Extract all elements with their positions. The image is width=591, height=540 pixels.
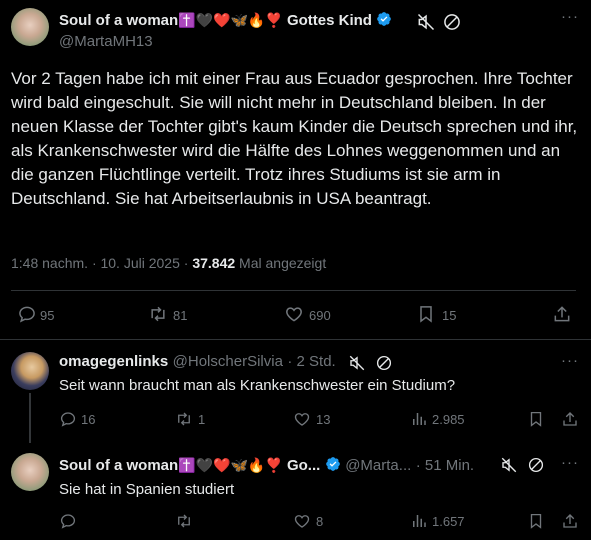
avatar[interactable] [11, 8, 49, 46]
post-text: Vor 2 Tagen habe ich mit einer Frau aus … [11, 69, 578, 208]
reply-icon[interactable] [59, 512, 77, 530]
reply-count: 16 [81, 412, 96, 427]
blocked-icon[interactable] [375, 354, 393, 372]
repost-icon[interactable] [175, 410, 193, 428]
avatar[interactable] [11, 453, 49, 491]
reply-count: 95 [40, 308, 55, 323]
like-count: 8 [316, 514, 324, 529]
reply-icon[interactable] [17, 304, 37, 324]
verified-badge-icon [376, 11, 392, 27]
like-count: 13 [316, 412, 331, 427]
view-label: Mal angezeigt [235, 255, 327, 271]
blocked-icon[interactable] [527, 456, 545, 474]
author-name[interactable]: Soul of a woman✝️🖤❤️🦋🔥❣️ Gottes Kind [59, 11, 392, 29]
post-meta: 1:48 nachm. · 10. Juli 2025 · 37.842 Mal… [11, 255, 326, 271]
repost-count: 81 [173, 308, 188, 323]
reply-icon[interactable] [59, 410, 77, 428]
share-icon[interactable] [561, 410, 579, 428]
repost-icon[interactable] [175, 512, 193, 530]
views-icon[interactable] [410, 512, 428, 530]
reply-text: Seit wann braucht man als Krankenschwest… [59, 377, 456, 394]
more-options-icon[interactable]: ··· [561, 454, 579, 471]
reply-author-name[interactable]: Soul of a woman✝️🖤❤️🦋🔥❣️ Go... [59, 457, 320, 474]
reply-text: Sie hat in Spanien studiert [59, 481, 235, 498]
like-icon[interactable] [293, 410, 311, 428]
bookmark-icon[interactable] [527, 410, 545, 428]
reply-header: Soul of a woman✝️🖤❤️🦋🔥❣️ Go... @Marta...… [59, 456, 474, 475]
avatar[interactable] [11, 352, 49, 390]
views-icon[interactable] [410, 410, 428, 428]
blocked-icon[interactable] [442, 12, 462, 32]
muted-icon[interactable] [500, 456, 518, 474]
name-emojis: ✝️🖤❤️🦋🔥❣️ [178, 458, 283, 474]
view-count: 37.842 [192, 255, 236, 271]
divider [11, 290, 576, 291]
reply-author-name[interactable]: omagegenlinks [59, 353, 168, 370]
author-handle[interactable]: @MartaMH13 [59, 33, 153, 50]
post-timestamp[interactable]: 1:48 nachm. · 10. Juli 2025 · [11, 255, 192, 271]
reply-timestamp[interactable]: · 51 Min. [416, 457, 474, 474]
more-options-icon[interactable]: ··· [561, 8, 579, 25]
view-count: 2.985 [432, 412, 465, 427]
muted-icon[interactable] [416, 12, 436, 32]
share-icon[interactable] [552, 304, 572, 324]
reply-author-handle[interactable]: @HolscherSilvia [173, 353, 283, 370]
like-count: 690 [309, 308, 331, 323]
divider [0, 339, 591, 340]
share-icon[interactable] [561, 512, 579, 530]
muted-icon[interactable] [348, 354, 366, 372]
verified-badge-icon [325, 456, 341, 472]
like-icon[interactable] [293, 512, 311, 530]
bookmark-icon[interactable] [527, 512, 545, 530]
bookmark-count: 15 [442, 308, 457, 323]
like-icon[interactable] [284, 304, 304, 324]
thread-line [29, 393, 31, 443]
more-options-icon[interactable]: ··· [561, 352, 579, 369]
view-count: 1.657 [432, 514, 465, 529]
repost-count: 1 [198, 412, 206, 427]
name-emojis: ✝️🖤❤️🦋🔥❣️ [178, 13, 283, 29]
bookmark-icon[interactable] [416, 304, 436, 324]
reply-timestamp[interactable]: · 2 Std. [287, 353, 335, 370]
reply-author-handle[interactable]: @Marta... [345, 457, 411, 474]
repost-icon[interactable] [148, 304, 168, 324]
reply-header: omagegenlinks @HolscherSilvia · 2 Std. [59, 353, 336, 371]
